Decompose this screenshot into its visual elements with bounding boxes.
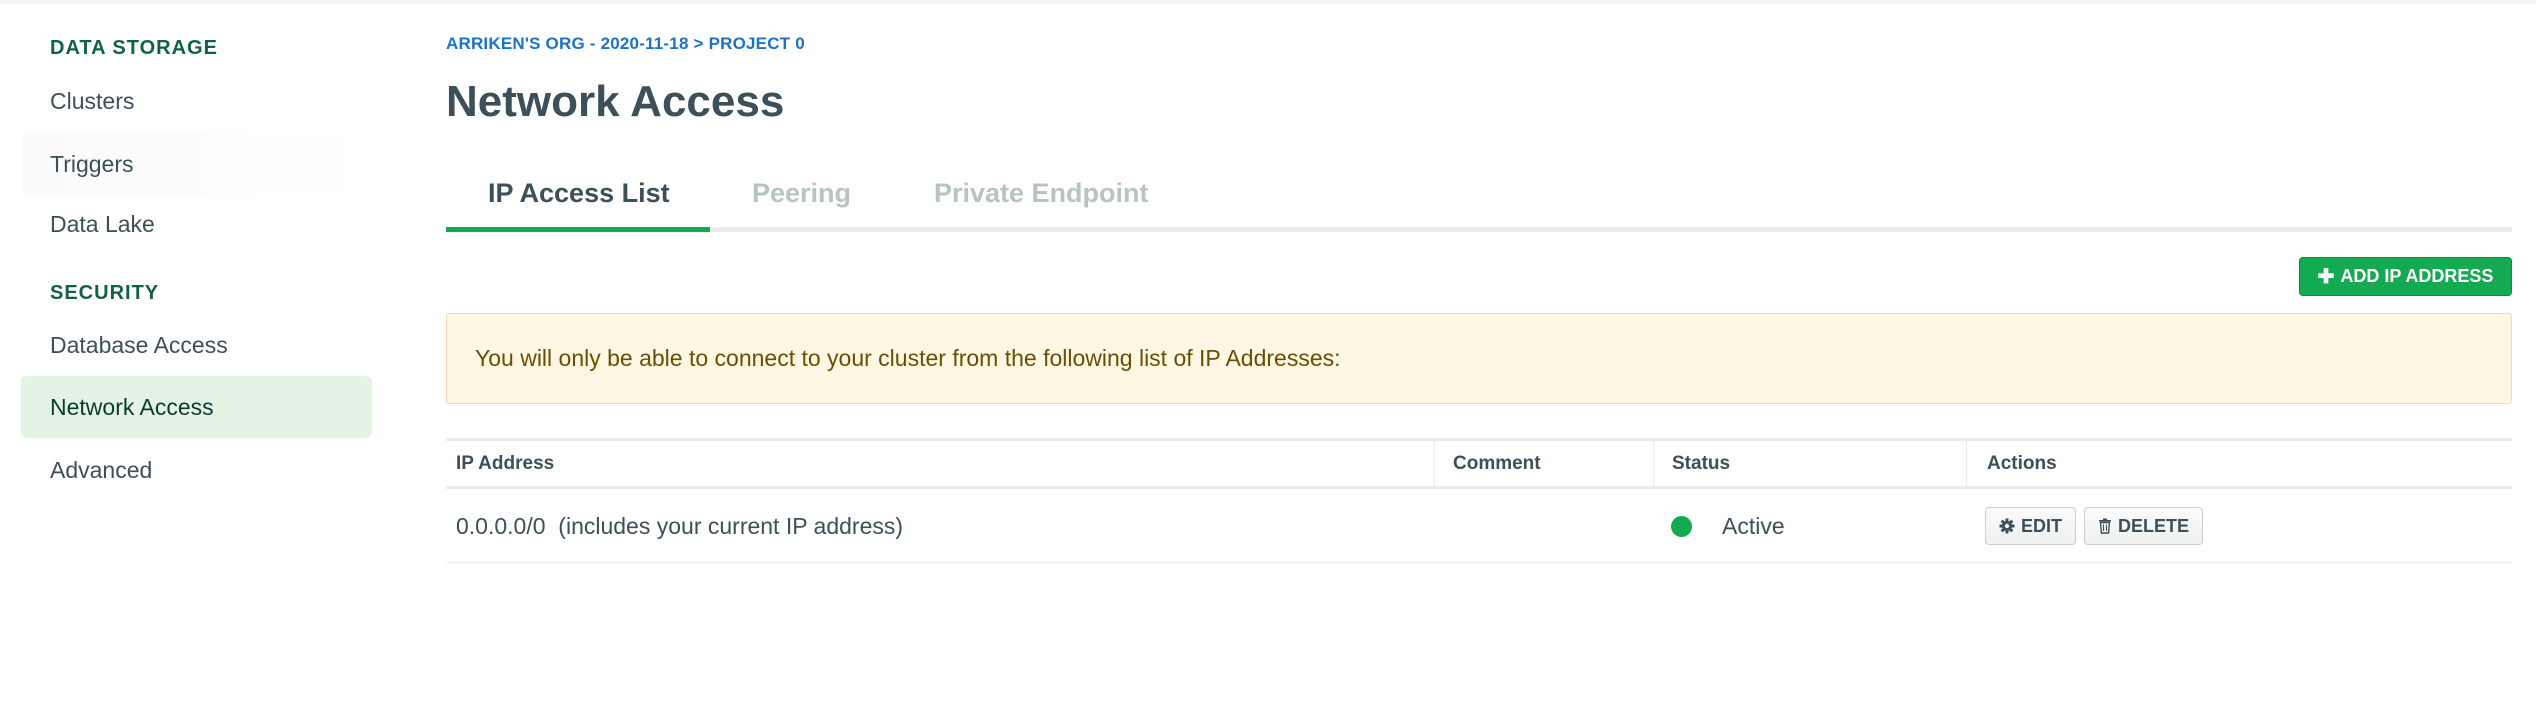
page-title: Network Access <box>446 77 785 126</box>
status-active-dot <box>1671 515 1692 537</box>
edit-button[interactable]: EDIT <box>1985 507 2077 545</box>
trash-icon <box>2098 518 2112 534</box>
ip-address-cell: 0.0.0.0/0 (includes your current IP addr… <box>456 512 904 539</box>
edit-label: EDIT <box>2021 515 2063 536</box>
sidebar-item-network-access[interactable]: Network Access <box>21 376 372 438</box>
table-header: IP Address Comment Status Actions <box>446 438 2512 489</box>
tab-ip-access-list[interactable]: IP Access List <box>488 178 670 209</box>
sidebar-item-database-access[interactable]: Database Access <box>21 314 372 376</box>
ip-access-notice: You will only be able to connect to your… <box>446 313 2512 404</box>
sidebar-section-data-storage: DATA STORAGE <box>50 37 218 59</box>
actions-cell: EDIT DELETE <box>1966 489 2211 563</box>
sidebar-item-advanced[interactable]: Advanced <box>21 439 372 501</box>
active-tab-indicator <box>446 227 710 232</box>
plus-icon: ✚ <box>2317 266 2335 288</box>
column-header-comment: Comment <box>1434 441 1672 486</box>
main-content: ARRIKEN'S ORG - 2020-11-18 > PROJECT 0 N… <box>446 0 2512 704</box>
status-cell: Active <box>1653 489 1785 563</box>
comment-cell <box>1434 489 1452 563</box>
add-ip-address-button[interactable]: ✚ ADD IP ADDRESS <box>2299 257 2512 296</box>
sidebar-section-security: SECURITY <box>50 282 160 304</box>
delete-label: DELETE <box>2118 515 2190 536</box>
sidebar-item-data-lake[interactable]: Data Lake <box>21 193 372 255</box>
tab-private-endpoint[interactable]: Private Endpoint <box>934 178 1149 209</box>
gear-icon <box>1999 518 2015 534</box>
sidebar-item-triggers[interactable]: Triggers <box>21 133 372 195</box>
sidebar: DATA STORAGE Clusters Triggers Data Lake… <box>0 0 400 704</box>
tab-peering[interactable]: Peering <box>752 178 851 209</box>
tab-bar: IP Access List Peering Private Endpoint <box>446 164 2512 232</box>
column-header-actions: Actions <box>1966 441 2512 486</box>
breadcrumb[interactable]: ARRIKEN'S ORG - 2020-11-18 > PROJECT 0 <box>446 34 805 54</box>
sidebar-item-clusters[interactable]: Clusters <box>21 70 372 132</box>
table-row: 0.0.0.0/0 (includes your current IP addr… <box>446 489 2512 563</box>
column-header-status: Status <box>1653 441 1965 486</box>
delete-button[interactable]: DELETE <box>2084 507 2204 545</box>
add-ip-address-label: ADD IP ADDRESS <box>2340 266 2494 286</box>
ip-access-table: IP Address Comment Status Actions 0.0.0.… <box>446 438 2512 563</box>
column-header-ip-address: IP Address <box>456 452 555 474</box>
status-label: Active <box>1722 512 1785 539</box>
